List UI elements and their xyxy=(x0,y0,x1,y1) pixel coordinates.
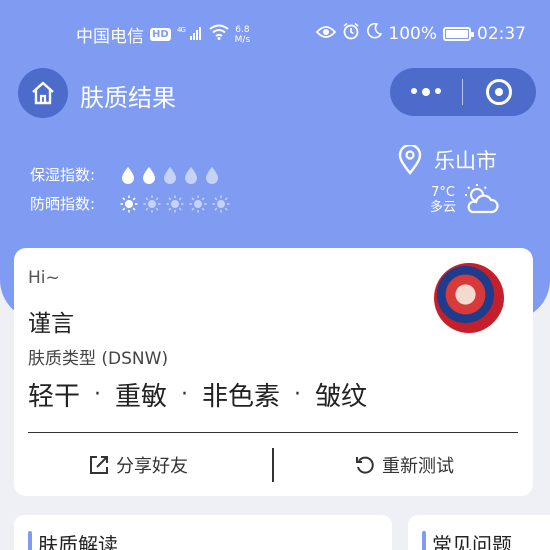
avatar[interactable] xyxy=(434,263,504,333)
action-divider xyxy=(272,448,274,482)
water-drop-icon-empty xyxy=(164,166,176,184)
section-accent-bar xyxy=(422,531,426,550)
sunscreen-rating xyxy=(120,195,230,213)
alarm-icon xyxy=(342,22,360,45)
trait-separator: · xyxy=(294,382,302,407)
miniprogram-capsule xyxy=(390,68,536,116)
skin-interpretation-title: 肤质解读 xyxy=(38,533,118,550)
card-divider xyxy=(28,432,518,433)
close-miniprogram-button[interactable] xyxy=(463,79,535,105)
battery-percent: 100% xyxy=(388,23,437,44)
weather-widget: 7°C 多云 xyxy=(430,182,500,218)
battery-icon xyxy=(443,26,474,41)
share-label: 分享好友 xyxy=(116,456,188,477)
skin-type: 肤质类型 (DSNW) xyxy=(28,349,169,369)
skin-traits: 轻干 · 重敏 · 非色素 · 皱纹 xyxy=(28,376,367,413)
share-button[interactable]: 分享好友 xyxy=(88,452,188,478)
clock-time: 02:37 xyxy=(477,23,526,44)
eye-icon xyxy=(316,24,337,44)
home-icon xyxy=(32,81,54,105)
page-title: 肤质结果 xyxy=(80,84,176,112)
carrier-label: 中国电信 xyxy=(76,27,144,47)
faq-title: 常见问题 xyxy=(432,533,512,550)
user-name: 谨言 xyxy=(28,311,74,337)
greeting: Hi~ xyxy=(28,268,60,288)
network-type: 4G xyxy=(177,26,185,34)
moisture-index-row: 保湿指数: xyxy=(30,164,220,185)
water-drop-icon-filled xyxy=(143,166,155,184)
profile-card: Hi~ 谨言 肤质类型 (DSNW) 轻干 · 重敏 · 非色素 · 皱纹 分享… xyxy=(14,248,533,496)
refresh-icon xyxy=(356,456,374,474)
city-name: 乐山市 xyxy=(434,149,497,173)
sun-icon-empty xyxy=(143,195,161,212)
sunscreen-index-row: 防晒指数: xyxy=(30,193,230,214)
moisture-index-label: 保湿指数: xyxy=(30,166,96,184)
sun-icon-empty xyxy=(166,195,184,212)
share-icon xyxy=(90,456,108,474)
weather-condition: 多云 xyxy=(430,200,457,215)
partly-cloudy-icon xyxy=(465,184,499,214)
sun-icon-empty xyxy=(189,195,207,212)
retest-button[interactable]: 重新测试 xyxy=(354,452,454,478)
status-bar: 中国电信 HD 4G 6.8 M/s 100% 02:37 xyxy=(0,0,550,66)
location[interactable]: 乐山市 xyxy=(398,145,497,175)
moisture-rating xyxy=(120,166,220,184)
location-pin-icon xyxy=(398,145,422,175)
trait-wrinkle: 皱纹 xyxy=(315,382,368,412)
water-drop-icon-filled xyxy=(122,166,134,184)
home-button[interactable] xyxy=(18,68,68,118)
trait-separator: · xyxy=(181,382,189,407)
moon-icon xyxy=(366,22,383,44)
faq-card[interactable]: 常见问题 xyxy=(408,515,550,550)
hd-badge: HD xyxy=(150,28,171,41)
water-drop-icon-empty xyxy=(185,166,197,184)
section-accent-bar xyxy=(28,531,32,550)
retest-label: 重新测试 xyxy=(382,456,454,477)
wifi-icon xyxy=(209,24,229,45)
skin-interpretation-card[interactable]: 肤质解读 xyxy=(14,515,392,550)
water-drop-icon-empty xyxy=(206,166,218,184)
signal-icon: 4G xyxy=(177,25,203,44)
sun-icon-empty xyxy=(212,195,230,212)
trait-non-pigmented: 非色素 xyxy=(202,382,281,412)
trait-separator: · xyxy=(94,382,102,407)
trait-dry: 轻干 xyxy=(28,382,81,412)
trait-sensitive: 重敏 xyxy=(115,382,168,412)
sun-icon-filled xyxy=(120,195,138,212)
temperature: 7°C xyxy=(431,185,455,200)
more-menu-button[interactable] xyxy=(390,88,462,96)
network-speed: 6.8 M/s xyxy=(234,24,251,45)
sunscreen-index-label: 防晒指数: xyxy=(30,195,96,213)
target-icon xyxy=(486,79,512,105)
